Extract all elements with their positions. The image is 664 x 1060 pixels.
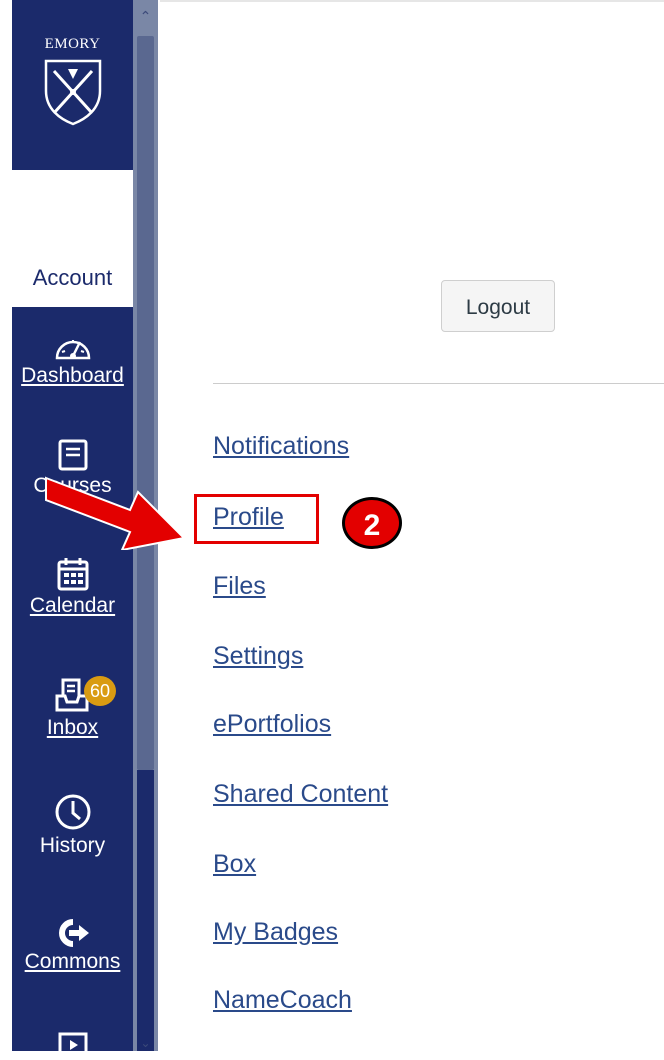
scroll-thumb[interactable] xyxy=(137,36,154,770)
tray-top-border xyxy=(160,0,664,2)
logout-button[interactable]: Logout xyxy=(441,280,555,332)
nav-item-account[interactable]: Account xyxy=(12,170,133,307)
link-notifications[interactable]: Notifications xyxy=(213,432,349,461)
link-files[interactable]: Files xyxy=(213,572,266,601)
link-my-badges[interactable]: My Badges xyxy=(213,918,338,947)
profile-highlight-box xyxy=(194,494,319,544)
nav-label-calendar: Calendar xyxy=(29,594,116,617)
step-number-badge: 2 xyxy=(342,497,402,549)
account-label: Account xyxy=(32,265,113,290)
nav-label-commons: Commons xyxy=(24,950,121,973)
nav-label-inbox: Inbox xyxy=(46,716,99,739)
link-namecoach[interactable]: NameCoach xyxy=(213,986,352,1015)
scroll-down-icon[interactable]: ⌄ xyxy=(133,1036,158,1050)
inbox-unread-badge: 60 xyxy=(84,676,116,706)
emory-logo[interactable]: EMORY xyxy=(12,36,133,127)
link-eportfolios[interactable]: ePortfolios xyxy=(213,710,331,739)
nav-item-calendar[interactable]: Calendar xyxy=(12,556,133,618)
history-icon xyxy=(55,794,90,830)
nav-item-inbox[interactable]: 60 Inbox xyxy=(12,676,133,740)
shield-icon xyxy=(44,59,101,126)
scroll-track xyxy=(137,770,154,1051)
logo-text: EMORY xyxy=(44,36,101,52)
dashboard-icon xyxy=(55,340,90,360)
tray-divider xyxy=(213,383,664,384)
studio-icon xyxy=(58,1032,87,1058)
link-shared-content[interactable]: Shared Content xyxy=(213,780,388,809)
left-margin xyxy=(0,0,12,1051)
nav-item-studio[interactable] xyxy=(12,1030,133,1060)
nav-label-dashboard: Dashboard xyxy=(21,364,124,387)
link-settings[interactable]: Settings xyxy=(213,642,303,671)
scroll-up-icon[interactable]: ⌃ xyxy=(133,8,158,25)
nav-item-history[interactable]: History xyxy=(12,792,133,858)
nav-item-dashboard[interactable]: Dashboard xyxy=(12,330,133,388)
nav-label-history: History xyxy=(39,834,106,857)
calendar-icon xyxy=(57,558,88,591)
pointer-arrow-icon xyxy=(45,476,187,550)
nav-item-commons[interactable]: Commons xyxy=(12,918,133,974)
commons-icon xyxy=(58,919,89,947)
link-box[interactable]: Box xyxy=(213,850,256,879)
